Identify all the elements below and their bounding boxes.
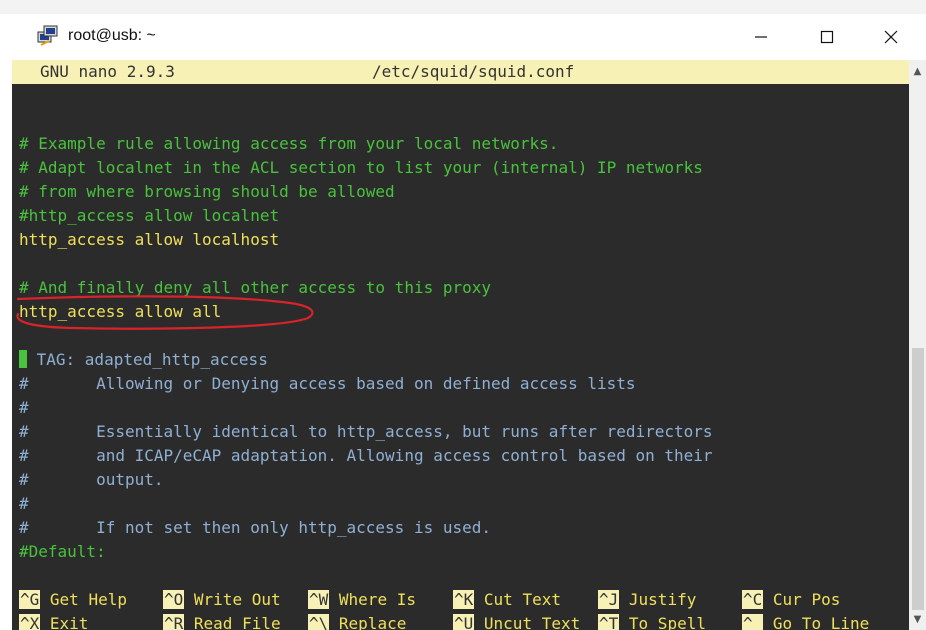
window-left-border xyxy=(0,60,12,630)
shortcut-justify[interactable]: ^J Justify xyxy=(598,588,696,612)
close-button[interactable] xyxy=(868,14,914,60)
shortcut-write-out[interactable]: ^O Write Out xyxy=(163,588,281,612)
shortcut-cut-text[interactable]: ^K Cut Text xyxy=(453,588,561,612)
editor-line[interactable]: # and ICAP/eCAP adaptation. Allowing acc… xyxy=(19,444,713,468)
editor-line[interactable]: # xyxy=(19,396,29,420)
scroll-up-arrow-icon[interactable]: ▲ xyxy=(909,64,926,80)
maximize-button[interactable] xyxy=(804,14,850,60)
editor-line[interactable]: # And finally deny all other access to t… xyxy=(19,276,491,300)
shortcut-bar-1: ^G Get Help ^O Write Out ^W Where Is ^K … xyxy=(12,588,909,612)
text-cursor xyxy=(19,350,27,368)
shortcut-go-to-line[interactable]: ^_ Go To Line xyxy=(742,612,869,630)
editor-line[interactable]: # output. xyxy=(19,468,164,492)
shortcut-exit[interactable]: ^X Exit xyxy=(19,612,88,630)
title-bar[interactable]: root@usb: ~ xyxy=(0,14,926,60)
editor-line[interactable]: # Essentially identical to http_access, … xyxy=(19,420,713,444)
close-icon xyxy=(884,30,898,44)
editor-line[interactable]: # from where browsing should be allowed xyxy=(19,180,395,204)
editor-line-cursor[interactable]: TAG: adapted_http_access xyxy=(19,348,268,372)
window-title: root@usb: ~ xyxy=(68,27,156,44)
editor-line[interactable]: #http_access allow localnet xyxy=(19,204,279,228)
shortcut-to-spell[interactable]: ^T To Spell xyxy=(598,612,706,630)
tag-line: TAG: adapted_http_access xyxy=(27,350,268,369)
shortcut-get-help[interactable]: ^G Get Help xyxy=(19,588,127,612)
shortcut-cur-pos[interactable]: ^C Cur Pos xyxy=(742,588,840,612)
editor-line[interactable]: # If not set then only http_access is us… xyxy=(19,516,491,540)
minimize-icon xyxy=(755,36,767,38)
shortcut-bar-2: ^X Exit ^R Read File ^\ Replace ^U Uncut… xyxy=(12,612,909,630)
editor-line[interactable]: # xyxy=(19,492,29,516)
nano-header-bar: GNU nano 2.9.3 /etc/squid/squid.conf xyxy=(12,60,909,84)
editor-line[interactable]: # Allowing or Denying access based on de… xyxy=(19,372,636,396)
nano-version: GNU nano 2.9.3 xyxy=(40,62,175,81)
maximize-icon xyxy=(820,30,834,44)
scrollbar-thumb[interactable] xyxy=(912,348,924,610)
scroll-down-arrow-icon[interactable]: ▼ xyxy=(909,612,926,628)
terminal-area[interactable]: GNU nano 2.9.3 /etc/squid/squid.conf # E… xyxy=(12,60,909,630)
minimize-button[interactable] xyxy=(738,14,784,60)
shortcut-where-is[interactable]: ^W Where Is xyxy=(308,588,416,612)
shortcut-replace[interactable]: ^\ Replace xyxy=(308,612,406,630)
putty-icon xyxy=(37,25,58,46)
background-window-ruler xyxy=(0,0,926,15)
nano-filename: /etc/squid/squid.conf xyxy=(372,62,575,81)
editor-line[interactable]: # Example rule allowing access from your… xyxy=(19,132,558,156)
editor-line-highlighted[interactable]: http_access allow all xyxy=(19,300,221,324)
shortcut-read-file[interactable]: ^R Read File xyxy=(163,612,281,630)
editor-line[interactable]: #Default: xyxy=(19,540,106,564)
editor-line[interactable]: http_access allow localhost xyxy=(19,228,279,252)
editor-line[interactable]: # Adapt localnet in the ACL section to l… xyxy=(19,156,703,180)
shortcut-uncut-text[interactable]: ^U Uncut Text xyxy=(453,612,580,630)
